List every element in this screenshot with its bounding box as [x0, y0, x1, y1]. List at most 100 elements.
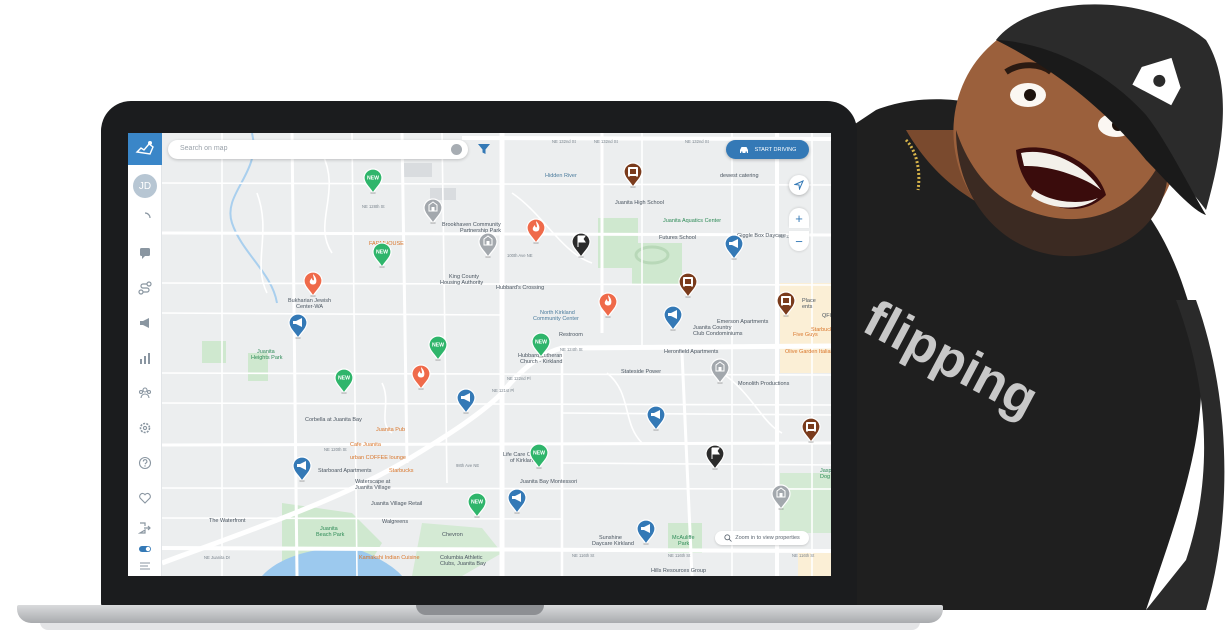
- map-place-label[interactable]: Starboard Apartments: [318, 468, 372, 474]
- map-place-label[interactable]: ents: [802, 304, 812, 310]
- map-place-label[interactable]: Chevron: [442, 532, 463, 538]
- inactive-property-marker[interactable]: [710, 358, 730, 389]
- menu-icon[interactable]: [136, 557, 154, 575]
- street-label: NE 121st Pl: [492, 388, 515, 393]
- svg-text:NEW: NEW: [432, 343, 444, 349]
- flagged-property-marker[interactable]: [705, 444, 725, 475]
- map-place-label[interactable]: Clubs, Juanita Bay: [440, 561, 486, 567]
- map-place-label[interactable]: Restroom: [559, 332, 583, 338]
- search-icon[interactable]: [451, 144, 462, 155]
- map-place-label[interactable]: Starbuck: [811, 327, 831, 333]
- map-place-label[interactable]: urban COFFEE lounge: [350, 455, 406, 461]
- map-place-label[interactable]: Juanita Pub: [376, 427, 405, 433]
- marketing-marker[interactable]: [288, 313, 308, 344]
- hot-lead-marker[interactable]: [303, 271, 323, 302]
- new-property-marker[interactable]: NEW: [372, 242, 392, 273]
- zoom-hint-text: Zoom in to view properties: [735, 535, 800, 541]
- marketing-marker[interactable]: [636, 519, 656, 550]
- toggle-switch-icon[interactable]: [136, 540, 154, 558]
- street-label: NE 116th St: [572, 553, 595, 558]
- map-place-label[interactable]: Juanita Aquatics Center: [663, 218, 721, 224]
- map-place-label[interactable]: Juanita Village: [355, 485, 391, 491]
- map-place-label[interactable]: Juanita High School: [615, 200, 664, 206]
- new-property-marker[interactable]: NEW: [363, 168, 383, 199]
- map-place-label[interactable]: Cafe Juanita: [350, 442, 381, 448]
- locate-me-button[interactable]: [789, 175, 809, 195]
- map-place-label[interactable]: Center-WA: [296, 304, 323, 310]
- megaphone-icon[interactable]: [136, 314, 154, 332]
- map-view[interactable]: Hidden River dewest catering Juanita High …: [162, 133, 831, 576]
- filter-icon[interactable]: [476, 141, 492, 157]
- new-property-marker[interactable]: NEW: [467, 492, 487, 523]
- app-screen: JD Hidden River dewest catering Juanita …: [128, 133, 831, 576]
- marketing-marker[interactable]: [456, 388, 476, 419]
- map-place-label[interactable]: Juanita Bay Montessori: [520, 479, 577, 485]
- map-place-label[interactable]: Hidden River: [545, 173, 577, 179]
- start-driving-button[interactable]: START DRIVING: [726, 140, 809, 159]
- laptop-base-shadow: [40, 622, 920, 630]
- map-search-bar[interactable]: Search on map: [168, 140, 468, 159]
- map-place-label[interactable]: Beach Park: [316, 532, 344, 538]
- vault-marker[interactable]: [623, 162, 643, 193]
- map-place-label[interactable]: Futures School: [659, 235, 696, 241]
- street-label: NE 132nd St: [594, 139, 618, 144]
- logout-icon[interactable]: [136, 519, 154, 537]
- hot-lead-marker[interactable]: [598, 292, 618, 323]
- map-place-label[interactable]: Heights Park: [251, 355, 283, 361]
- new-property-marker[interactable]: NEW: [531, 332, 551, 363]
- map-place-label[interactable]: Daycare Kirkland: [592, 541, 634, 547]
- search-input[interactable]: Search on map: [180, 145, 227, 152]
- map-place-label[interactable]: Starbucks: [389, 468, 413, 474]
- map-place-label[interactable]: Park: [678, 541, 689, 547]
- map-place-label[interactable]: Kamakshi Indian Cuisine: [359, 555, 420, 561]
- map-place-label[interactable]: dewest catering: [720, 173, 759, 179]
- inactive-property-marker[interactable]: [771, 484, 791, 515]
- map-place-label[interactable]: Club Condominiums: [693, 331, 743, 337]
- map-place-label[interactable]: Walgreens: [382, 519, 408, 525]
- marketing-marker[interactable]: [663, 305, 683, 336]
- bar-chart-icon[interactable]: [136, 349, 154, 367]
- map-place-label[interactable]: Olive Garden Italian: [785, 349, 831, 355]
- route-icon[interactable]: [136, 279, 154, 297]
- vault-marker[interactable]: [801, 417, 821, 448]
- map-place-label[interactable]: Heronfield Apartments: [664, 349, 718, 355]
- map-place-label[interactable]: Hills Resources Group: [651, 568, 706, 574]
- zoom-out-button[interactable]: −: [789, 231, 809, 251]
- map-place-label[interactable]: Housing Authority: [440, 280, 483, 286]
- inactive-property-marker[interactable]: [423, 198, 443, 229]
- new-property-marker[interactable]: NEW: [334, 368, 354, 399]
- map-place-label[interactable]: Juanita Village Retail: [371, 501, 422, 507]
- marketing-marker[interactable]: [724, 234, 744, 265]
- map-place-label[interactable]: Corbella at Juanita Bay: [305, 417, 362, 423]
- map-place-label[interactable]: Monolith Productions: [738, 381, 789, 387]
- zoom-in-button[interactable]: +: [789, 208, 809, 228]
- app-logo[interactable]: [128, 133, 162, 165]
- settings-gear-icon[interactable]: [136, 419, 154, 437]
- map-place-label[interactable]: Dog Park: [820, 474, 831, 480]
- chat-icon[interactable]: [136, 244, 154, 262]
- marketing-marker[interactable]: [292, 456, 312, 487]
- map-place-label[interactable]: QFC: [822, 313, 831, 319]
- map-place-label[interactable]: Hubbard's Crossing: [496, 285, 544, 291]
- inactive-property-marker[interactable]: [478, 232, 498, 263]
- new-property-marker[interactable]: NEW: [529, 443, 549, 474]
- hot-lead-marker[interactable]: [411, 364, 431, 395]
- help-icon[interactable]: [136, 454, 154, 472]
- new-property-marker[interactable]: NEW: [428, 335, 448, 366]
- marketing-marker[interactable]: [507, 488, 527, 519]
- map-place-label[interactable]: The Waterfront: [209, 518, 245, 524]
- heart-icon[interactable]: [136, 489, 154, 507]
- hot-lead-marker[interactable]: [526, 218, 546, 249]
- vault-marker[interactable]: [776, 291, 796, 322]
- avatar[interactable]: JD: [133, 174, 157, 198]
- marketing-marker[interactable]: [646, 405, 666, 436]
- street-label: NE 116th St: [792, 553, 815, 558]
- team-icon[interactable]: [136, 384, 154, 402]
- street-label: NE 124th St: [560, 347, 583, 352]
- svg-text:NEW: NEW: [471, 500, 483, 506]
- map-place-label[interactable]: Community Center: [533, 316, 579, 322]
- vault-marker[interactable]: [678, 272, 698, 303]
- zoom-hint[interactable]: Zoom in to view properties: [715, 531, 809, 545]
- map-place-label[interactable]: Stateside Power: [621, 369, 661, 375]
- flagged-property-marker[interactable]: [571, 232, 591, 263]
